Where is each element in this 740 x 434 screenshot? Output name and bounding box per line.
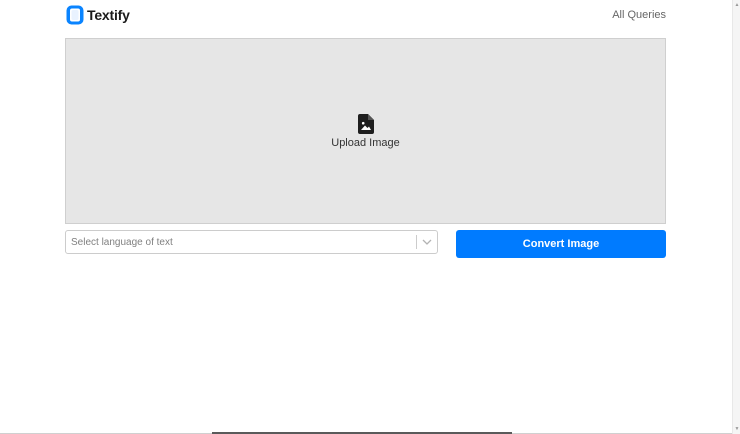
app-page: Textify All Queries Upload Image Select … — [0, 0, 740, 434]
all-queries-link[interactable]: All Queries — [612, 9, 666, 21]
language-select[interactable]: Select language of text — [65, 230, 438, 254]
brand-link[interactable]: Textify — [65, 4, 130, 26]
convert-image-button[interactable]: Convert Image — [456, 230, 666, 258]
upload-image-dropzone[interactable]: Upload Image — [65, 38, 666, 224]
top-navbar: Textify All Queries — [65, 3, 666, 27]
scroll-up-arrow-icon[interactable]: ▲ — [734, 2, 740, 8]
scroll-down-arrow-icon[interactable]: ▼ — [734, 426, 740, 432]
chevron-down-icon[interactable] — [417, 231, 437, 253]
upload-image-label: Upload Image — [331, 136, 400, 149]
document-icon — [65, 4, 85, 26]
vertical-scrollbar[interactable]: ▲ ▼ — [732, 0, 740, 434]
language-select-placeholder: Select language of text — [71, 236, 173, 248]
image-file-icon — [357, 113, 374, 134]
brand-name: Textify — [87, 7, 130, 23]
